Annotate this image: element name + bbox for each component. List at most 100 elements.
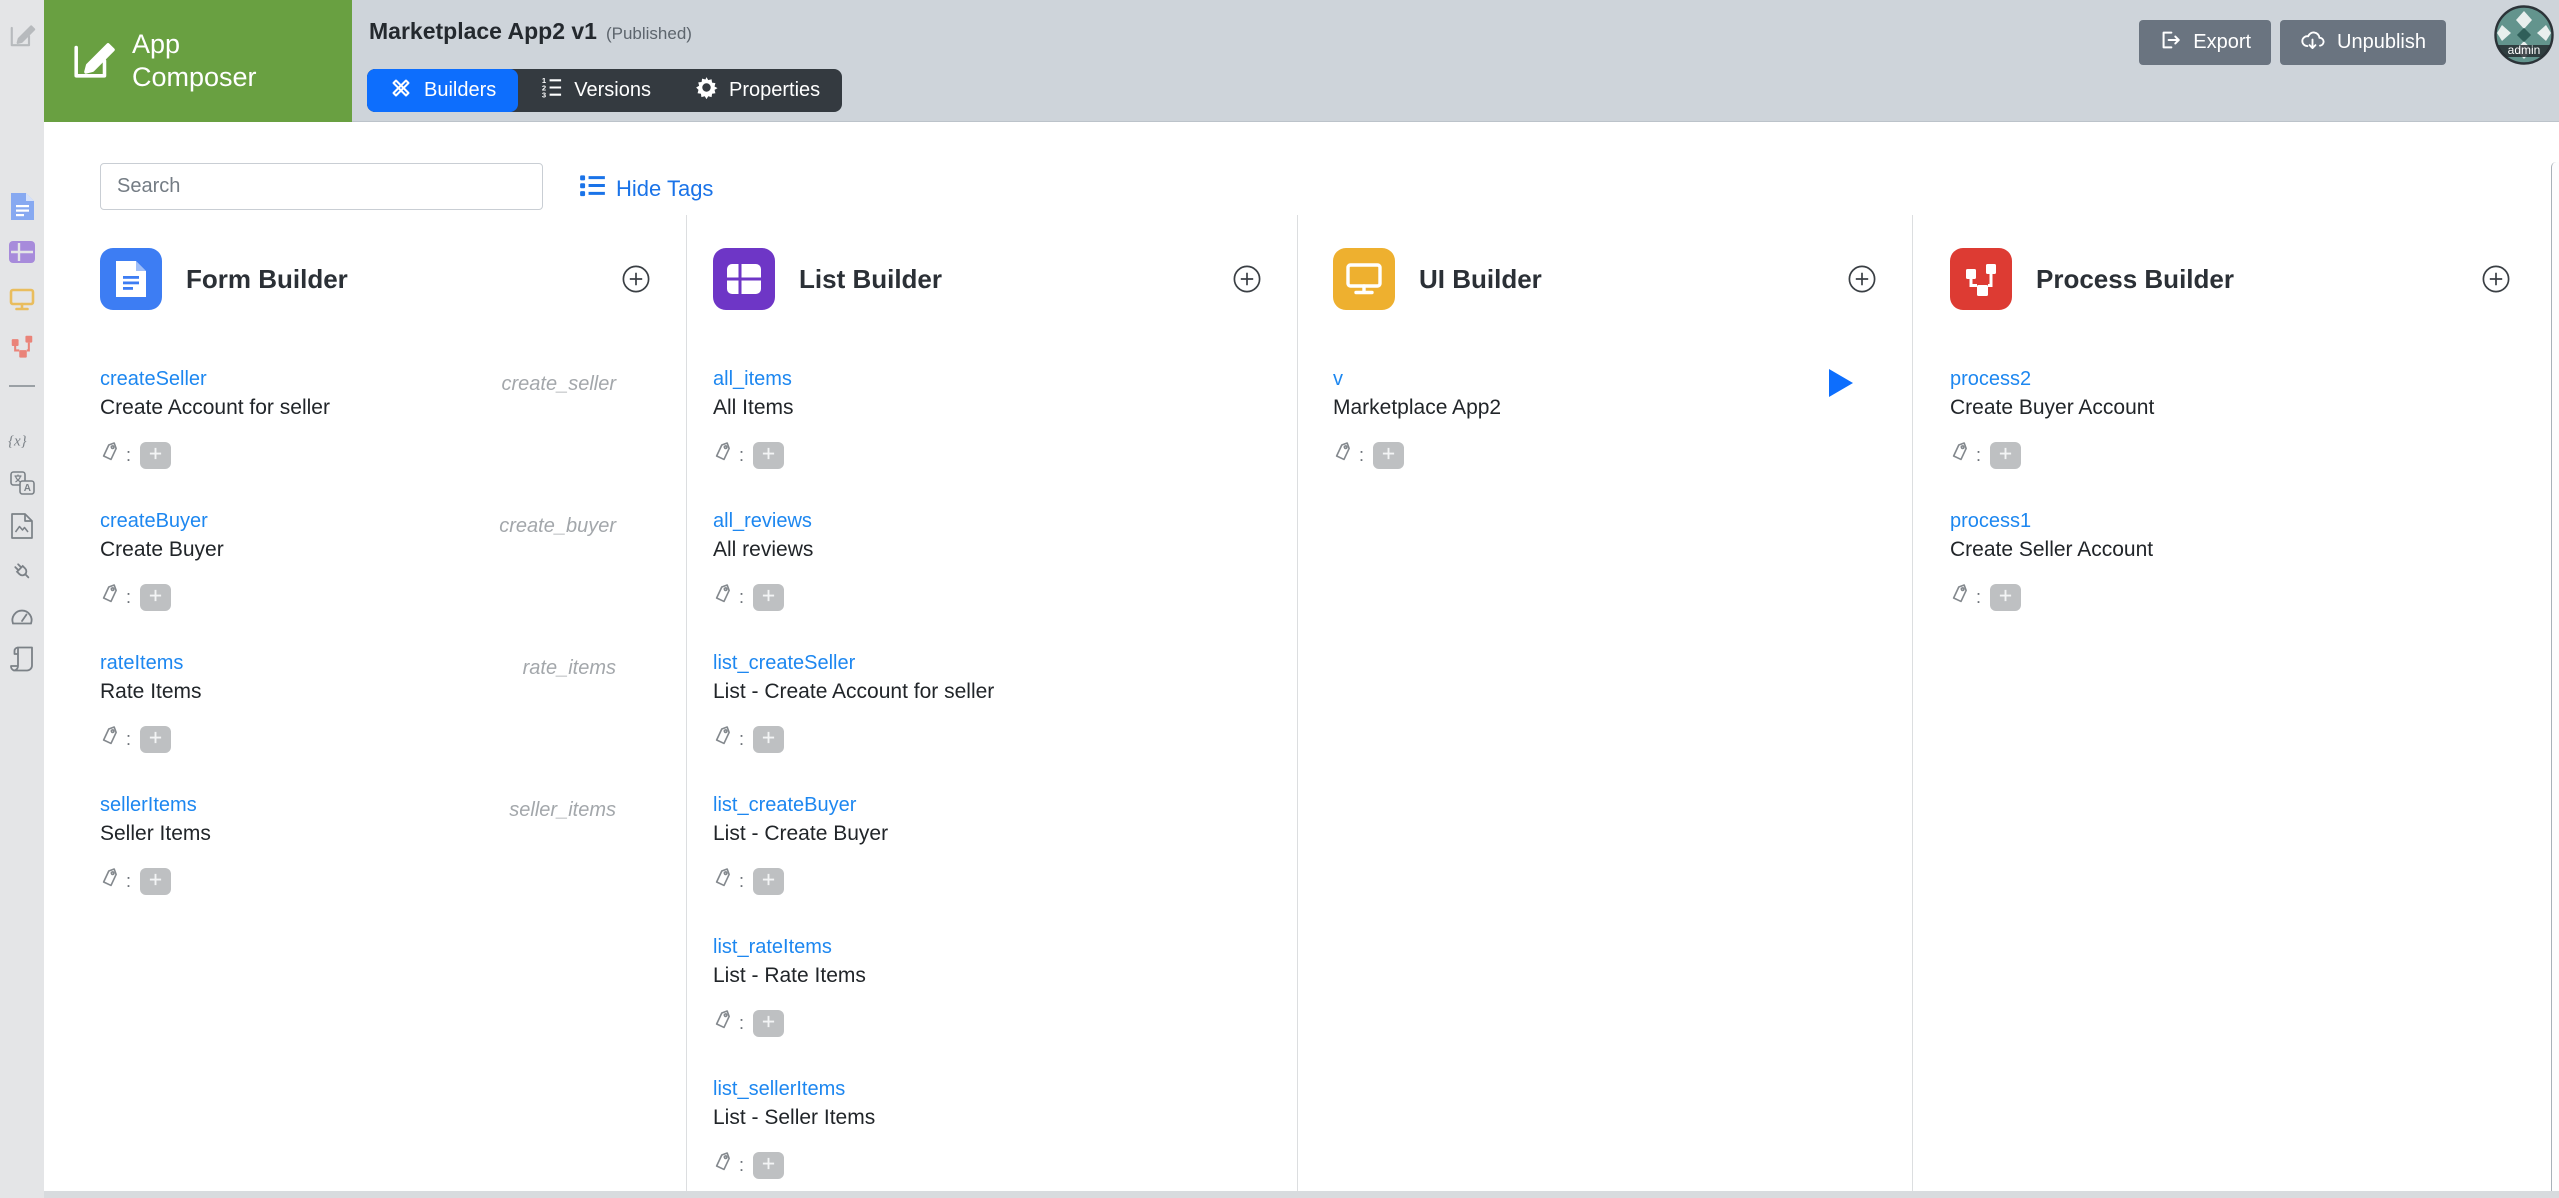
page-title: Marketplace App2 v1(Published): [369, 18, 692, 45]
add-tag-button[interactable]: [1990, 584, 2021, 611]
item-name-link[interactable]: all_reviews: [713, 508, 812, 534]
export-button[interactable]: Export: [2139, 20, 2271, 65]
tag-icon: [100, 726, 121, 752]
builder-columns: Form BuildercreateSellerCreate Account f…: [44, 215, 2546, 1192]
add-tag-button[interactable]: [753, 584, 784, 611]
item-description: Rate Items: [100, 677, 650, 707]
tag-colon: :: [1976, 445, 1981, 466]
item-description: All Items: [713, 393, 1261, 423]
add-tag-button[interactable]: [1373, 442, 1404, 469]
horizontal-scrollbar[interactable]: [44, 1191, 2559, 1198]
item-name-link[interactable]: sellerItems: [100, 792, 197, 818]
tab-properties[interactable]: Properties: [673, 69, 842, 112]
sidebar-item-process-mini-icon[interactable]: [6, 333, 38, 359]
run-app-button[interactable]: [1828, 368, 1854, 398]
add-tag-button[interactable]: [140, 584, 171, 611]
item-description: All reviews: [713, 535, 1261, 565]
sidebar-item-ui-mini-icon[interactable]: [6, 286, 38, 312]
tag-colon: :: [126, 587, 131, 608]
column-ui-builder: UI BuildervMarketplace App2:: [1298, 215, 1913, 1192]
app-title: Marketplace App2 v1: [369, 18, 597, 44]
tag-colon: :: [739, 1013, 744, 1034]
plus-icon: [148, 872, 163, 890]
tag-icon: [713, 442, 734, 468]
add-process-builder-button[interactable]: [2482, 265, 2510, 293]
builder-tabbar: Builders123Versions Properties: [367, 69, 842, 112]
sidebar-item-gauge-icon[interactable]: [6, 603, 38, 629]
tab-versions[interactable]: 123Versions: [518, 69, 673, 112]
item-list: process2Create Buyer Account:process1Cre…: [1950, 366, 2510, 650]
properties-icon: [695, 76, 718, 105]
tag-colon: :: [739, 1155, 744, 1176]
item-name-link[interactable]: all_items: [713, 366, 792, 392]
add-tag-button[interactable]: [753, 1152, 784, 1179]
builder-item-list-createseller: list_createSellerList - Create Account f…: [713, 650, 1261, 792]
builder-item-createseller: createSellerCreate Account for seller:cr…: [100, 366, 650, 508]
plus-icon: [1998, 446, 2013, 464]
tag-icon: [713, 1152, 734, 1178]
logo-line-2: Composer: [132, 61, 257, 94]
item-name-link[interactable]: process2: [1950, 366, 2031, 392]
builder-item-all-items: all_itemsAll Items:: [713, 366, 1261, 508]
top-actions: ExportUnpublish admin: [2139, 0, 2554, 122]
column-form-builder: Form BuildercreateSellerCreate Account f…: [44, 215, 687, 1192]
svg-text:{x}: {x}: [8, 434, 27, 450]
list-bullets-icon: [579, 172, 606, 205]
add-form-builder-button[interactable]: [622, 265, 650, 293]
tag-icon: [713, 1010, 734, 1036]
tag-colon: :: [739, 729, 744, 750]
builder-item-all-reviews: all_reviewsAll reviews:: [713, 508, 1261, 650]
svg-text:3: 3: [542, 91, 546, 99]
item-name-link[interactable]: createBuyer: [100, 508, 208, 534]
unpublish-button[interactable]: Unpublish: [2280, 20, 2446, 65]
sidebar-item-variables-icon[interactable]: {x}: [6, 427, 38, 453]
add-tag-button[interactable]: [140, 442, 171, 469]
form-icon: [100, 248, 162, 310]
tag-icon: [713, 868, 734, 894]
column-title: List Builder: [799, 264, 942, 295]
avatar[interactable]: admin: [2494, 5, 2554, 65]
tag-colon: :: [1359, 445, 1364, 466]
tab-label: Properties: [729, 79, 820, 102]
add-tag-button[interactable]: [140, 726, 171, 753]
search-input[interactable]: [100, 163, 543, 210]
plus-icon: [761, 446, 776, 464]
add-tag-button[interactable]: [753, 868, 784, 895]
sidebar-item-list-mini-icon[interactable]: [6, 239, 38, 265]
add-tag-button[interactable]: [753, 1010, 784, 1037]
add-tag-button[interactable]: [140, 868, 171, 895]
item-name-link[interactable]: list_createSeller: [713, 650, 855, 676]
builder-item-selleritems: sellerItemsSeller Items:seller_items: [100, 792, 650, 934]
add-tag-button[interactable]: [753, 726, 784, 753]
item-description: List - Seller Items: [713, 1103, 1261, 1133]
item-description: Create Seller Account: [1950, 535, 2510, 565]
sidebar-item-script-icon[interactable]: [6, 646, 38, 672]
item-name-link[interactable]: list_sellerItems: [713, 1076, 845, 1102]
add-tag-button[interactable]: [753, 442, 784, 469]
item-list: all_itemsAll Items:all_reviewsAll review…: [713, 366, 1261, 1192]
item-name-link[interactable]: v: [1333, 366, 1343, 392]
sidebar-item-form-mini-icon[interactable]: [6, 193, 38, 219]
tag-colon: :: [739, 445, 744, 466]
sidebar-item-image-file-icon[interactable]: [6, 513, 38, 539]
builder-item-list-selleritems: list_sellerItemsList - Seller Items:: [713, 1076, 1261, 1192]
add-list-builder-button[interactable]: [1233, 265, 1261, 293]
sidebar-item-connector-icon[interactable]: [6, 558, 38, 584]
sidebar-item-translate-icon[interactable]: A: [6, 470, 38, 496]
item-description: List - Create Account for seller: [713, 677, 1261, 707]
hide-tags-button[interactable]: Hide Tags: [579, 172, 713, 205]
vertical-scrollbar[interactable]: [2551, 162, 2559, 1191]
add-tag-button[interactable]: [1990, 442, 2021, 469]
item-name-link[interactable]: list_createBuyer: [713, 792, 856, 818]
item-name-link[interactable]: rateItems: [100, 650, 183, 676]
app-composer-logo: App Composer: [44, 0, 352, 122]
item-name-link[interactable]: process1: [1950, 508, 2031, 534]
sidebar-item-compose-muted-icon[interactable]: [6, 22, 38, 48]
item-name-link[interactable]: list_rateItems: [713, 934, 832, 960]
add-ui-builder-button[interactable]: [1848, 265, 1876, 293]
item-name-link[interactable]: createSeller: [100, 366, 207, 392]
tab-builders[interactable]: Builders: [367, 69, 518, 112]
tag-row: :: [1950, 582, 2510, 612]
column-list-builder: List Builderall_itemsAll Items:all_revie…: [687, 215, 1298, 1192]
tag-colon: :: [126, 871, 131, 892]
